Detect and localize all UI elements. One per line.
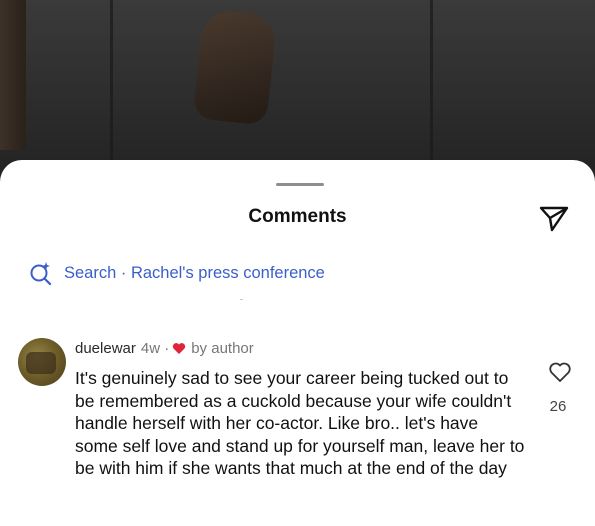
backdrop-shoe: [192, 8, 278, 126]
author-like-badge: by author: [191, 340, 254, 357]
heart-icon: [173, 343, 186, 354]
comments-sheet: Comments Search · Rachel's press confere…: [0, 160, 595, 526]
comment-text: It's genuinely sad to see your career be…: [75, 368, 525, 478]
search-suggestion-label: Search · Rachel's press conference: [64, 263, 325, 282]
divider-dot: [240, 299, 243, 300]
heart-outline-icon[interactable]: [548, 361, 572, 383]
comment-age: 4w ·: [140, 340, 170, 357]
send-icon[interactable]: [538, 204, 570, 232]
like-count: 26: [549, 398, 567, 415]
comment-meta: duelewar 4w · by author: [75, 340, 254, 357]
floor-plank-line: [110, 0, 113, 175]
avatar[interactable]: [18, 338, 66, 386]
search-sparkle-icon: [30, 262, 52, 286]
floor-plank-line: [430, 0, 433, 175]
video-backdrop: [0, 0, 595, 175]
comment-username[interactable]: duelewar: [75, 340, 136, 357]
sheet-title: Comments: [248, 206, 347, 227]
search-suggestion[interactable]: Search · Rachel's press conference: [28, 260, 325, 286]
backdrop-leg: [0, 0, 26, 150]
drag-handle[interactable]: [276, 183, 324, 186]
